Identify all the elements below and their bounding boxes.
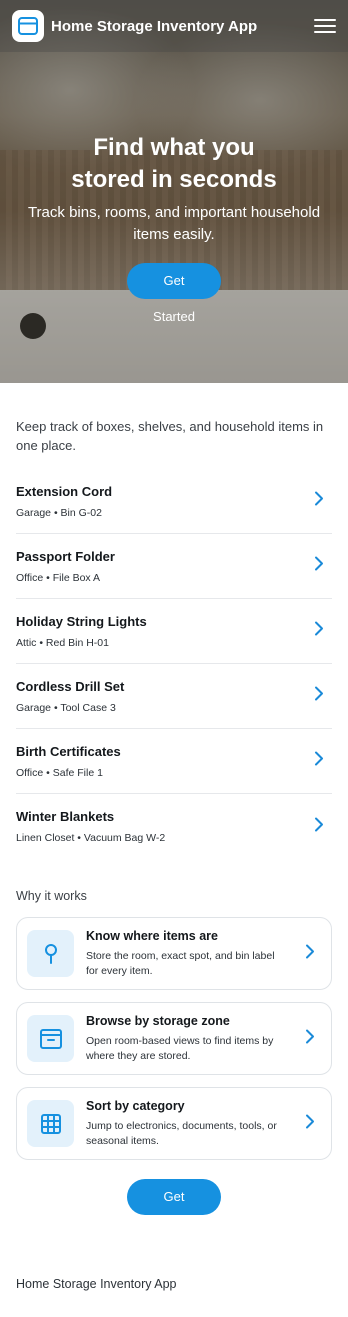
item-location: Office • File Box A xyxy=(16,571,101,584)
chevron-right-icon xyxy=(314,751,324,772)
hero-subtitle: Track bins, rooms, and important househo… xyxy=(27,204,321,243)
item-location: Office • Safe File 1 xyxy=(16,766,103,779)
feature-description: Jump to electronics, documents, tools, o… xyxy=(86,1119,277,1147)
feature-card[interactable]: Browse by storage zone Open room-based vi… xyxy=(16,1002,332,1075)
feature-card[interactable]: Sort by category Jump to electronics, doc… xyxy=(16,1087,332,1160)
hero-title: Find what you stored in seconds xyxy=(71,134,277,193)
chevron-right-icon xyxy=(314,621,324,642)
list-item[interactable]: Holiday String Lights Attic • Red Bin H-0… xyxy=(16,599,332,664)
feature-description: Store the room, exact spot, and bin labe… xyxy=(86,949,275,977)
feature-list: Know where items are Store the room, exac… xyxy=(16,917,332,1160)
chevron-right-icon xyxy=(305,943,315,964)
chevron-right-icon xyxy=(314,556,324,577)
location-pin-icon xyxy=(27,930,74,977)
feature-title: Sort by category xyxy=(86,1098,185,1113)
chevron-right-icon xyxy=(314,816,324,837)
get-started-button[interactable]: Get Started xyxy=(127,263,221,324)
list-item[interactable]: Birth Certificates Office • Safe File 1 xyxy=(16,729,332,794)
feature-text: Browse by storage zone Open room-based vi… xyxy=(86,1014,286,1064)
feature-text: Sort by category Jump to electronics, doc… xyxy=(86,1099,286,1149)
hamburger-menu-icon[interactable] xyxy=(314,17,336,35)
app-title: Home Storage Inventory App xyxy=(51,17,258,35)
app-root: Home Storage Inventory App Find what you… xyxy=(0,0,348,1317)
list-item[interactable]: Passport Folder Office • File Box A xyxy=(16,534,332,599)
item-location: Garage • Bin G-02 xyxy=(16,506,102,519)
item-name: Cordless Drill Set xyxy=(16,678,125,694)
list-item[interactable]: Winter Blankets Linen Closet • Vacuum Bag… xyxy=(16,794,332,859)
item-name: Holiday String Lights xyxy=(16,613,147,629)
feature-description: Open room-based views to find items by w… xyxy=(86,1034,274,1062)
chevron-right-icon xyxy=(305,1028,315,1049)
chevron-right-icon xyxy=(305,1113,315,1134)
top-app-bar: Home Storage Inventory App xyxy=(0,0,348,52)
chevron-right-icon xyxy=(314,686,324,707)
item-location: Garage • Tool Case 3 xyxy=(16,701,116,714)
item-list: Extension Cord Garage • Bin G-02 Passport … xyxy=(16,469,332,859)
item-name: Winter Blankets xyxy=(16,809,115,824)
item-location: Attic • Red Bin H-01 xyxy=(16,636,109,649)
item-location: Linen Closet • Vacuum Bag W-2 xyxy=(16,832,166,844)
footer-app-name: Home Storage Inventory App xyxy=(16,1277,177,1291)
hero-section: Find what you stored in seconds Track bi… xyxy=(0,0,348,383)
item-name: Passport Folder xyxy=(16,548,115,564)
footer: Home Storage Inventory App xyxy=(0,1277,348,1317)
chevron-right-icon xyxy=(314,491,324,512)
item-name: Extension Cord xyxy=(16,483,113,499)
hero-content: Find what you stored in seconds Track bi… xyxy=(0,132,348,326)
bottom-cta: Get Started xyxy=(0,1179,348,1242)
feature-card[interactable]: Know where items are Store the room, exac… xyxy=(16,917,332,990)
storage-box-icon[interactable] xyxy=(12,10,44,42)
why-it-works-heading: Why it works xyxy=(16,889,87,903)
storage-box-icon xyxy=(27,1015,74,1062)
list-item[interactable]: Extension Cord Garage • Bin G-02 xyxy=(16,469,332,534)
list-item[interactable]: Cordless Drill Set Garage • Tool Case 3 xyxy=(16,664,332,729)
feature-title: Browse by storage zone xyxy=(86,1013,230,1028)
grid-icon xyxy=(27,1100,74,1147)
get-started-button-bottom[interactable]: Get Started xyxy=(127,1179,221,1240)
feature-text: Know where items are Store the room, exac… xyxy=(86,929,286,979)
feature-title: Know where items are xyxy=(86,928,218,943)
item-name: Birth Certificates xyxy=(16,743,121,759)
intro-text: Keep track of boxes, shelves, and househ… xyxy=(16,419,324,453)
